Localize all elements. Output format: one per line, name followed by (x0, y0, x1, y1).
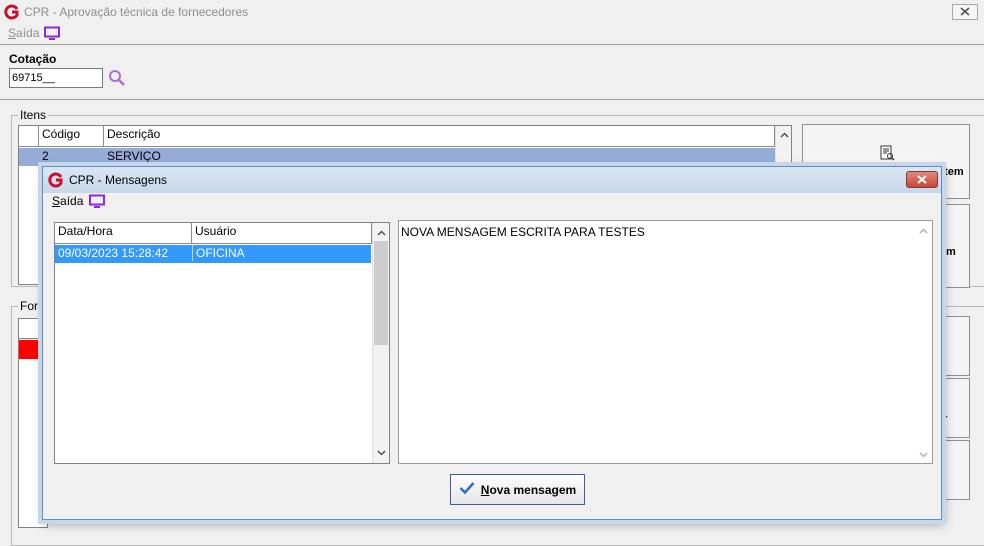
checkmark-icon (459, 481, 475, 498)
messages-dialog: CPR - Mensagens Saída Data/Hora Usuário … (42, 166, 942, 520)
side-button-third[interactable] (938, 316, 970, 376)
chevron-down-icon[interactable] (915, 447, 931, 463)
item-description: SERVIÇO (107, 149, 161, 163)
side-button-fourth-label: r (943, 413, 948, 425)
column-header-description[interactable]: Descrição (104, 126, 775, 147)
column-header-datetime[interactable]: Data/Hora (55, 223, 192, 244)
side-button-item-label: Item (941, 166, 964, 178)
menu-divider (0, 44, 984, 45)
menu-exit[interactable]: Saída (8, 26, 39, 40)
quote-label: Cotação (9, 52, 57, 66)
close-icon (917, 173, 927, 187)
search-icon[interactable] (108, 69, 126, 87)
item-code: 2 (42, 149, 49, 163)
column-header-code[interactable]: Código (39, 126, 104, 147)
suppliers-grid-corner (19, 319, 39, 339)
app-logo-icon (4, 4, 20, 20)
side-button-fourth[interactable]: r (938, 378, 970, 438)
new-message-label: Nova mensagem (480, 482, 577, 497)
new-message-button[interactable]: Nova mensagem (450, 474, 585, 505)
message-row[interactable]: 09/03/2023 15:28:42 OFICINA (55, 245, 371, 263)
items-group-caption: Itens (18, 108, 49, 122)
menu-exit-label: aída (16, 26, 40, 40)
items-grid-corner (19, 126, 39, 147)
side-button-fifth[interactable] (938, 440, 970, 500)
messages-grid[interactable]: Data/Hora Usuário 09/03/2023 15:28:42 OF… (54, 222, 390, 464)
monitor-icon[interactable] (43, 26, 61, 41)
message-text: NOVA MENSAGEM ESCRITA PARA TESTES (401, 225, 645, 239)
table-row[interactable]: 2 SERVIÇO (19, 148, 775, 166)
column-header-user[interactable]: Usuário (192, 223, 372, 244)
messages-scrollbar[interactable] (372, 223, 389, 463)
dialog-menu-exit-label: aída (60, 194, 84, 208)
chevron-down-icon[interactable] (373, 445, 389, 461)
dialog-titlebar: CPR - Mensagens (43, 167, 941, 193)
dialog-menu-exit-hotkey: S (52, 194, 61, 208)
window-title: CPR - Aprovação técnica de fornecedores (24, 5, 249, 19)
close-button[interactable] (952, 4, 978, 20)
dialog-title: CPR - Mensagens (69, 173, 168, 187)
scroll-thumb[interactable] (374, 241, 388, 345)
chevron-up-icon[interactable] (776, 127, 792, 143)
chevron-up-icon[interactable] (915, 223, 931, 239)
supplier-row-marker[interactable] (19, 340, 39, 359)
app-logo-icon (48, 172, 64, 188)
report-icon (879, 145, 895, 164)
header-divider (0, 99, 984, 100)
message-datetime: 09/03/2023 15:28:42 (58, 246, 169, 260)
message-user: OFICINA (192, 245, 248, 261)
monitor-icon[interactable] (88, 194, 106, 209)
close-icon (960, 5, 970, 19)
dialog-menu-exit[interactable]: Saída (52, 194, 83, 208)
dialog-close-button[interactable] (906, 171, 938, 188)
quote-input[interactable] (9, 68, 103, 88)
side-button-second-label: m (946, 246, 956, 258)
message-text-area[interactable]: NOVA MENSAGEM ESCRITA PARA TESTES (398, 220, 933, 464)
menu-exit-hotkey: S (8, 26, 17, 40)
main-titlebar: CPR - Aprovação técnica de fornecedores (0, 0, 984, 24)
chevron-up-icon[interactable] (373, 225, 389, 241)
